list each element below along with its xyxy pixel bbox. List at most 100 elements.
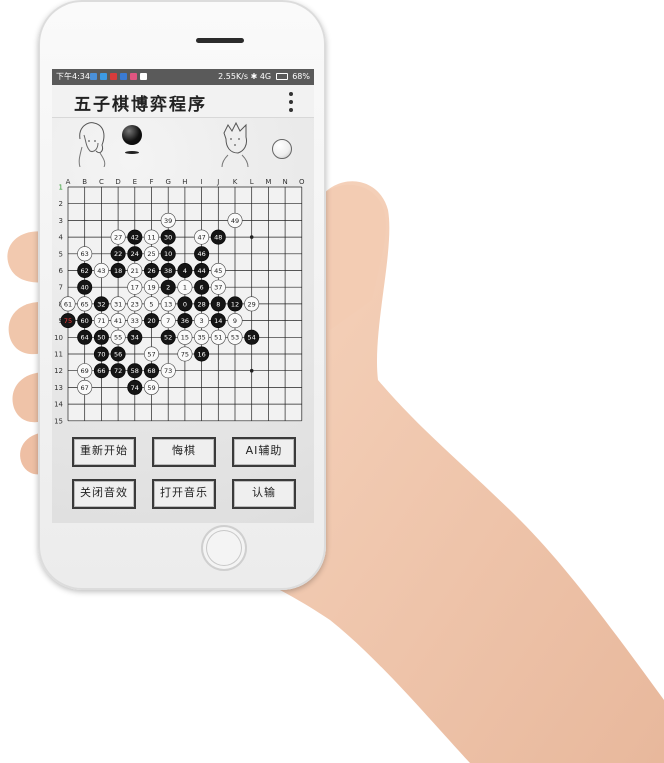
app3-icon [130,73,137,80]
stone-shadow [125,151,139,154]
resign-button[interactable]: 认输 [232,479,296,509]
stone-move-number: 65 [81,300,89,308]
black-stone: 62 [77,263,93,279]
stone-move-number: 10 [164,250,172,258]
black-stone: 12 [227,296,243,312]
home-button[interactable] [201,525,247,571]
black-stone: 56 [110,346,126,362]
stone-move-number: 22 [114,250,122,258]
message-icon [90,73,97,80]
stone-move-number: 28 [197,300,205,308]
black-stone: 75 [60,313,76,329]
white-stone: 1 [177,279,193,295]
black-stone: 40 [77,279,93,295]
overflow-menu-icon[interactable] [288,92,294,112]
stone-move-number: 50 [97,334,105,342]
music-on-button[interactable]: 打开音乐 [152,479,216,509]
stone-move-number: 18 [114,267,122,275]
gomoku-board[interactable]: ABCDEFGHIJKLMNO1234567891011121314153949… [52,175,314,427]
sound-off-button[interactable]: 关闭音效 [72,479,136,509]
mail-icon [110,73,117,80]
column-label: I [201,178,203,186]
black-stone: 72 [110,363,126,379]
white-stone: 33 [127,313,143,329]
row-label: 10 [54,334,63,342]
white-stone: 65 [77,296,93,312]
stone-move-number: 47 [197,234,205,242]
row-label: 13 [54,384,63,392]
stone-move-number: 62 [81,267,89,275]
stone-move-number: 4 [183,267,187,275]
white-stone: 11 [144,229,160,245]
black-stone: 22 [110,246,126,262]
black-stone: 0 [177,296,193,312]
stone-move-number: 7 [166,317,170,325]
stone-move-number: 3 [200,317,204,325]
stone-move-number: 69 [81,367,89,375]
black-stone: 4 [177,263,193,279]
signal-up-icon [140,73,147,80]
white-stone: 45 [210,263,226,279]
black-stone: 38 [160,263,176,279]
player2-avatar [221,121,249,167]
stone-move-number: 58 [131,367,139,375]
black-stone: 46 [194,246,210,262]
white-stone: 49 [227,212,243,228]
stone-move-number: 6 [200,284,204,292]
white-stone: 7 [160,313,176,329]
app-icon [100,73,107,80]
row-label: 6 [59,267,64,275]
stone-move-number: 34 [131,334,139,342]
black-stone: 74 [127,379,143,395]
black-stone: 36 [177,313,193,329]
black-stone: 14 [210,313,226,329]
white-stone: 71 [93,313,109,329]
column-label: K [233,178,238,186]
undo-button[interactable]: 悔棋 [152,437,216,467]
row-label: 3 [59,217,63,225]
status-time: 下午4:34 [56,72,90,81]
white-stone: 23 [127,296,143,312]
app-title: 五子棋博弈程序 [74,95,207,115]
black-stone: 42 [127,229,143,245]
black-stone: 2 [160,279,176,295]
white-stone: 31 [110,296,126,312]
stone-move-number: 15 [181,334,189,342]
stone-move-number: 63 [81,250,89,258]
player1-stone-black [122,125,142,145]
black-stone: 24 [127,246,143,262]
stone-move-number: 42 [131,234,139,242]
stone-move-number: 44 [197,267,205,275]
restart-button[interactable]: 重新开始 [72,437,136,467]
stone-move-number: 37 [214,284,222,292]
stone-move-number: 71 [97,317,105,325]
battery-level: 68% [292,72,310,81]
column-label: N [282,178,287,186]
stone-move-number: 14 [214,317,222,325]
stone-move-number: 45 [214,267,222,275]
stone-move-number: 64 [81,334,89,342]
stone-move-number: 67 [81,384,89,392]
stone-move-number: 0 [183,300,187,308]
stone-move-number: 19 [147,284,155,292]
black-stone: 30 [160,229,176,245]
row-label: 15 [54,417,63,425]
white-stone: 63 [77,246,93,262]
white-stone: 39 [160,212,176,228]
stone-move-number: 33 [131,317,139,325]
stone-move-number: 24 [131,250,139,258]
ai-assist-button[interactable]: AI辅助 [232,437,296,467]
row-label: 11 [54,351,63,359]
stone-move-number: 23 [131,300,139,308]
white-stone: 35 [194,329,210,345]
stone-move-number: 74 [131,384,139,392]
row-label: 7 [59,284,63,292]
network-speed: 2.55K/s ✱ 4G [218,72,272,81]
stone-move-number: 48 [214,234,222,242]
stone-move-number: 21 [131,267,139,275]
row-label: 12 [54,367,63,375]
white-stone: 13 [160,296,176,312]
stone-move-number: 27 [114,234,122,242]
white-stone: 75 [177,346,193,362]
black-stone: 18 [110,263,126,279]
